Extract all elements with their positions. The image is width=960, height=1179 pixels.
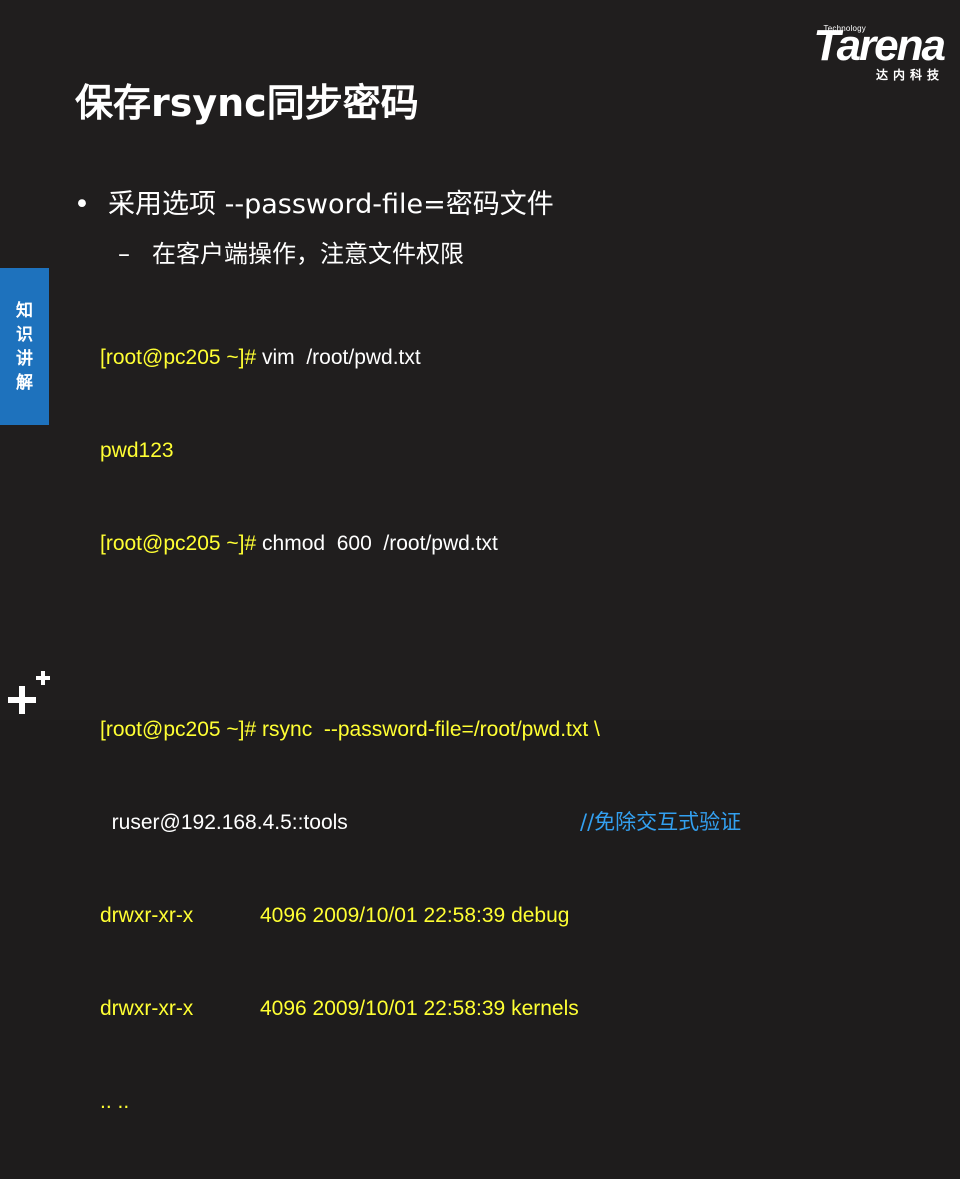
slide: Technology Tarena 达内科技 保存rsync同步密码 • 采用选项… (0, 0, 960, 1113)
code-line: ruser@192.168.4.5::tools //免除交互式验证 (100, 807, 742, 838)
output-ellipsis: .. .. (100, 1090, 130, 1113)
plus-plus-icon (8, 671, 50, 714)
shell-prompt: [root@pc205 ~]# (100, 532, 263, 555)
code-output-line: drwxr-xr-x 4096 2009/10/01 22:58:39 kerne… (100, 993, 600, 1024)
output-permissions: drwxr-xr-x (100, 904, 194, 927)
side-tab-char: 知 (16, 300, 33, 321)
side-tab-char: 解 (16, 372, 33, 393)
shell-command: vim /root/pwd.txt (262, 346, 421, 369)
shell-prompt: [root@pc205 ~]# (100, 718, 263, 741)
code-comment: //免除交互式验证 (580, 810, 742, 834)
side-tab-char: 识 (16, 324, 33, 345)
knowledge-section-tab: 知 识 讲 解 (0, 268, 49, 425)
tarena-logo: Technology Tarena 达内科技 (774, 20, 946, 84)
shell-prompt: [root@pc205 ~]# (100, 346, 263, 369)
shell-command: chmod 600 /root/pwd.txt (262, 532, 498, 555)
code-line: [root@pc205 ~]# chmod 600 /root/pwd.txt (100, 528, 600, 559)
output-details: 4096 2009/10/01 22:58:39 kernels (260, 997, 579, 1020)
slide-title: 保存rsync同步密码 (75, 81, 419, 125)
output-details: 4096 2009/10/01 22:58:39 debug (260, 904, 570, 927)
code-output-line: .. .. (100, 1086, 600, 1117)
bullet-level1-text: 采用选项 --password-file=密码文件 (108, 189, 554, 220)
bullet-dot-icon: • (74, 189, 90, 220)
bullet-level1: • 采用选项 --password-file=密码文件 (74, 182, 554, 221)
logo-wordmark: Tarena (813, 21, 946, 70)
bullet-level2: – 在客户端操作，注意文件权限 (118, 234, 464, 269)
bullet-level2-text: 在客户端操作，注意文件权限 (152, 240, 464, 268)
code-line: [root@pc205 ~]# vim /root/pwd.txt (100, 342, 600, 373)
code-line: pwd123 (100, 435, 600, 466)
logo-chinese-name: 达内科技 (875, 68, 944, 82)
code-line: [root@pc205 ~]# rsync --password-file=/r… (100, 714, 600, 745)
bullet-dash-icon: – (118, 240, 130, 268)
side-tab-char: 讲 (16, 348, 33, 369)
output-permissions: drwxr-xr-x (100, 997, 194, 1020)
code-output-line: drwxr-xr-x 4096 2009/10/01 22:58:39 debug (100, 900, 600, 931)
rsync-target: ruser@192.168.4.5::tools (100, 811, 348, 834)
shell-command: rsync --password-file=/root/pwd.txt \ (262, 718, 600, 741)
terminal-code-block: [root@pc205 ~]# vim /root/pwd.txt pwd123… (100, 280, 742, 1179)
file-content: pwd123 (100, 439, 174, 462)
